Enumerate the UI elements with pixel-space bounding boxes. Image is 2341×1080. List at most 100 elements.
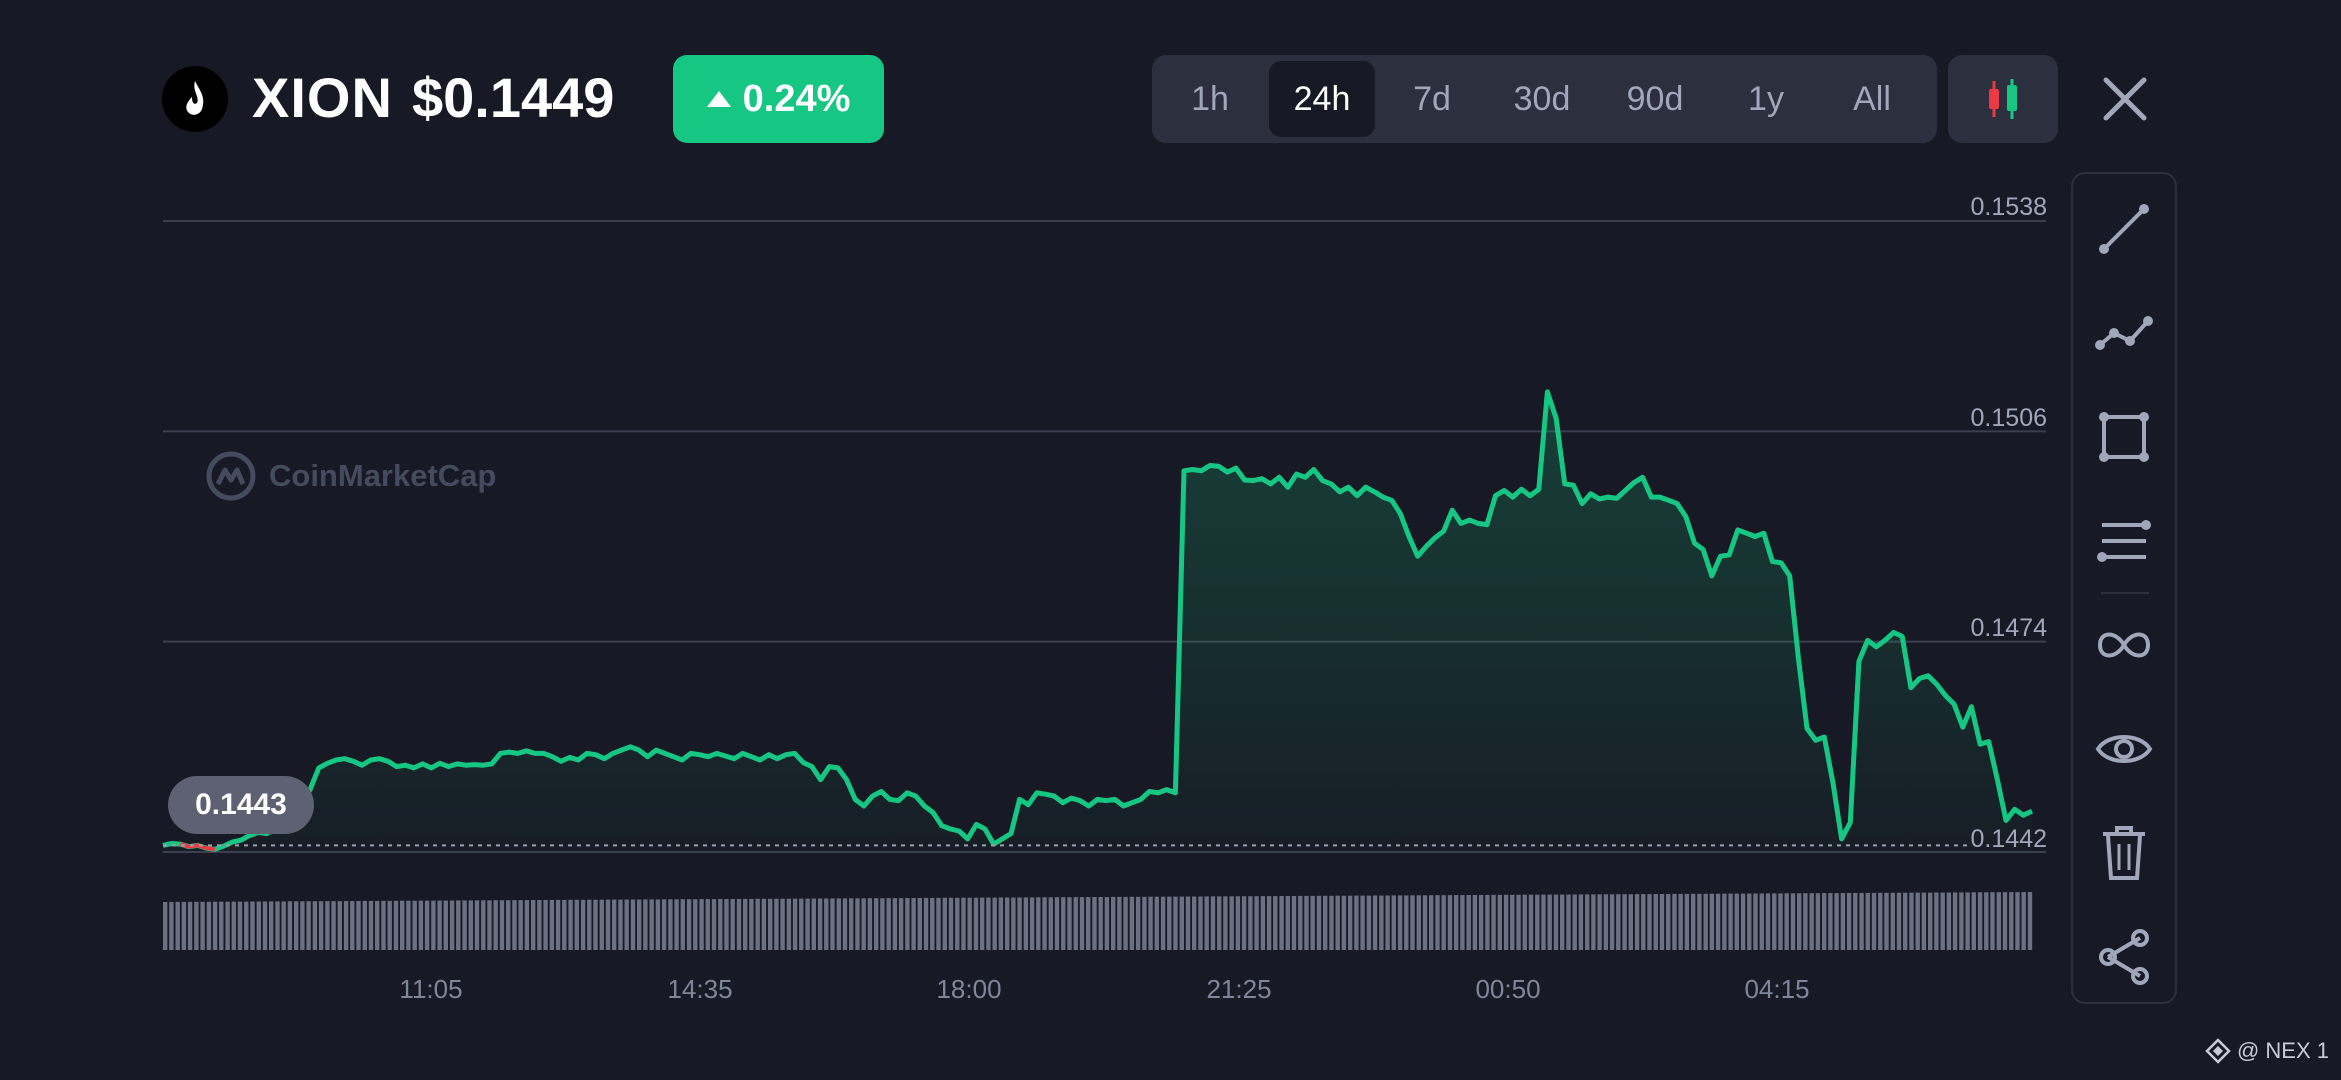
volume-bar [630, 899, 636, 950]
volume-bar [637, 899, 642, 950]
volume-bar [1291, 896, 1297, 950]
volume-bar [1079, 897, 1085, 950]
volume-bar [749, 898, 754, 950]
volume-bar [1822, 893, 1827, 950]
close-icon [2103, 77, 2147, 121]
volume-bar [1684, 893, 1690, 950]
volume-bar [1235, 896, 1241, 950]
volume-bar [1372, 895, 1378, 950]
rectangle-tool[interactable] [2073, 392, 2175, 482]
volume-bar [1397, 895, 1403, 950]
volume-bar [1560, 894, 1565, 950]
volume-bar [1790, 893, 1796, 950]
volume-bar [923, 897, 929, 950]
volume-bar [568, 899, 573, 950]
volume-bar [587, 899, 592, 950]
volume-bar [1260, 896, 1266, 950]
volume-bar [1092, 897, 1097, 950]
volume-bar [1728, 893, 1733, 950]
volume-bar [1516, 894, 1521, 950]
volume-bar [649, 899, 654, 950]
trend-line-tool[interactable] [2073, 184, 2175, 274]
visibility-tool[interactable] [2073, 704, 2175, 794]
volume-bar [861, 898, 866, 950]
volume-bar [1678, 893, 1683, 950]
volume-bar [830, 898, 835, 950]
volume-bar [406, 900, 411, 950]
volume-bar [917, 898, 922, 950]
volume-bar [1298, 895, 1303, 950]
volume-bar [499, 900, 505, 950]
volume-bar [456, 900, 461, 950]
polyline-tool[interactable] [2073, 288, 2175, 378]
share-tool[interactable] [2073, 912, 2175, 1002]
volume-bar [1809, 893, 1814, 950]
volume-bar [1946, 892, 1952, 950]
volume-bar [1379, 895, 1384, 950]
volume-bar [1871, 892, 1877, 950]
volume-bar [599, 899, 604, 950]
volume-bar [1641, 894, 1646, 950]
volume-bar [1878, 892, 1883, 950]
price-chart[interactable] [0, 0, 2060, 1010]
volume-bar [1335, 895, 1340, 950]
volume-bar [948, 897, 954, 950]
volume-bar [1323, 895, 1328, 950]
close-button[interactable] [2092, 66, 2158, 132]
volume-bar [1491, 894, 1496, 950]
volume-bar [930, 897, 935, 950]
volume-bar [699, 899, 704, 950]
volume-bar [1042, 897, 1047, 950]
volume-bar [574, 899, 579, 950]
delete-drawings-tool[interactable] [2073, 808, 2175, 898]
volume-bar [244, 901, 249, 950]
volume-bar [874, 898, 879, 950]
volume-bar [1273, 896, 1278, 950]
volume-bar [942, 897, 947, 950]
volume-bar [562, 899, 567, 950]
volume-bar [1036, 897, 1041, 950]
volume-bar [1167, 896, 1172, 950]
volume-bar [1647, 894, 1652, 950]
y-tick-label: 0.1538 [1970, 193, 2047, 221]
volume-bar [337, 901, 342, 950]
volume-bar [836, 898, 841, 950]
volume-bar [1048, 897, 1053, 950]
volume-bar [1404, 895, 1409, 950]
infinite-mode-tool[interactable] [2073, 600, 2175, 690]
volume-bar [1441, 895, 1446, 950]
volume-bar [892, 898, 898, 950]
parallel-lines-tool[interactable] [2073, 496, 2175, 586]
volume-bar [655, 899, 661, 950]
binance-logo-icon [2205, 1038, 2231, 1064]
volume-bar [1054, 897, 1060, 950]
volume-bar [1279, 896, 1284, 950]
volume-bar [350, 901, 355, 950]
volume-bar [1217, 896, 1222, 950]
volume-bar [175, 901, 180, 950]
volume-bar [1572, 894, 1577, 950]
volume-bar [1173, 896, 1178, 950]
share-icon [2099, 929, 2149, 985]
volume-bar [1497, 894, 1502, 950]
volume-bar [1485, 894, 1490, 950]
volume-bar [705, 899, 710, 950]
volume-bar [1029, 897, 1035, 950]
volume-bar [1086, 897, 1091, 950]
volume-bar [1391, 895, 1396, 950]
price-area-fill [163, 391, 2032, 852]
volume-bar [1535, 894, 1540, 950]
y-tick-label: 0.1506 [1970, 404, 2047, 432]
volume-bar [1609, 894, 1615, 950]
volume-bar [1896, 892, 1902, 950]
volume-bar [1204, 896, 1209, 950]
volume-bar [2002, 892, 2008, 950]
volume-bar [200, 901, 205, 950]
volume-bar [1503, 894, 1509, 950]
volume-bar [680, 899, 685, 950]
volume-bar [2015, 892, 2020, 950]
volume-bar [849, 898, 854, 950]
volume-bar [786, 898, 792, 950]
footer-watermark: @ NEX 1 [2205, 1038, 2329, 1064]
volume-bar [799, 898, 804, 950]
